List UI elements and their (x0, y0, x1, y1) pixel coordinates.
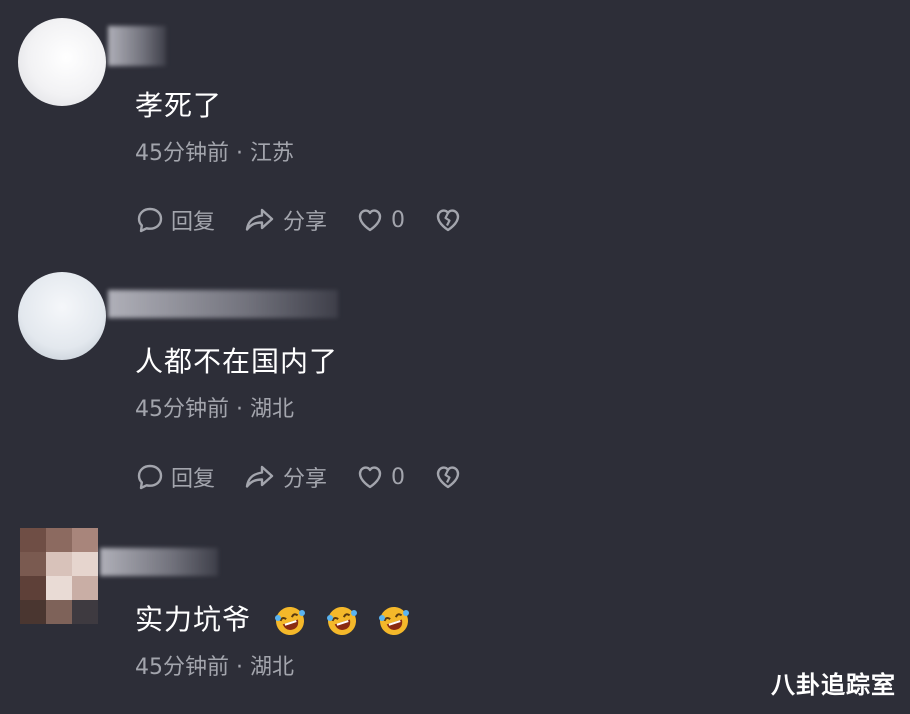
username-blurred[interactable] (108, 290, 338, 318)
share-label: 分享 (283, 210, 328, 235)
dislike-button[interactable] (433, 205, 469, 235)
share-button[interactable]: 分享 (243, 204, 327, 236)
comment-meta: 45分钟前 · 湖北 (135, 397, 294, 422)
comment-bubble-icon (135, 205, 171, 235)
broken-heart-icon (433, 462, 469, 492)
like-button[interactable]: 0 (355, 205, 405, 235)
share-label: 分享 (283, 467, 328, 492)
comment-text: 实力坑爷 (135, 602, 411, 638)
share-button[interactable]: 分享 (243, 461, 327, 493)
share-arrow-icon (243, 205, 283, 235)
avatar[interactable] (18, 272, 106, 360)
laugh-cry-emoji (325, 604, 359, 638)
username-blurred[interactable] (100, 548, 218, 576)
comment-actions: 回复 分享 0 (135, 461, 497, 493)
reply-label: 回复 (171, 467, 216, 492)
reply-button[interactable]: 回复 (135, 204, 215, 236)
watermark: 八卦追踪室 (771, 671, 896, 699)
reply-button[interactable]: 回复 (135, 461, 215, 493)
dislike-button[interactable] (433, 462, 469, 492)
broken-heart-icon (433, 205, 469, 235)
laugh-cry-emoji (273, 604, 307, 638)
comment-meta: 45分钟前 · 江苏 (135, 141, 294, 166)
share-arrow-icon (243, 462, 283, 492)
comment-text-content: 实力坑爷 (135, 603, 252, 636)
avatar[interactable] (20, 528, 98, 624)
like-count: 0 (391, 207, 406, 233)
comment-bubble-icon (135, 462, 171, 492)
username-blurred[interactable] (108, 26, 166, 66)
heart-icon (355, 205, 391, 235)
like-button[interactable]: 0 (355, 462, 405, 492)
heart-icon (355, 462, 391, 492)
comment-text: 孝死了 (135, 89, 223, 122)
emoji-row (265, 604, 411, 638)
comment-actions: 回复 分享 0 (135, 204, 497, 236)
comment-meta: 45分钟前 · 湖北 (135, 655, 294, 680)
like-count: 0 (391, 464, 406, 490)
laugh-cry-emoji (377, 604, 411, 638)
comment-text: 人都不在国内了 (135, 345, 339, 378)
avatar[interactable] (18, 18, 106, 106)
reply-label: 回复 (171, 210, 216, 235)
